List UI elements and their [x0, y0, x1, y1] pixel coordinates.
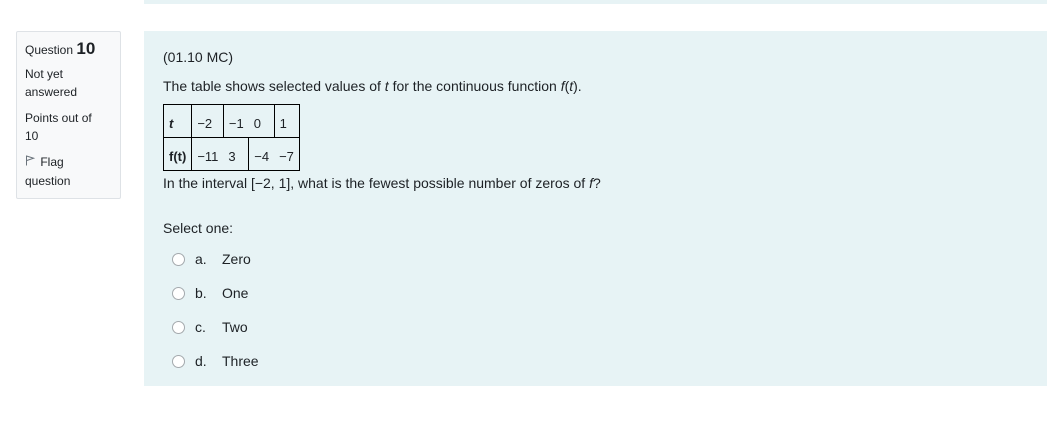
- question-stem: The table shows selected values of t for…: [163, 76, 1028, 96]
- table-cell: 1: [273, 104, 300, 138]
- answer-text: One: [222, 285, 249, 301]
- answer-options: a. Zero b. One c. Two d. Three: [163, 242, 1028, 378]
- grade-line-2: 10: [25, 129, 39, 143]
- radio-button[interactable]: [172, 252, 185, 266]
- flag-label-line-1: Flag: [40, 155, 64, 169]
- answer-option-d[interactable]: d. Three: [163, 344, 1028, 378]
- question-word: Question: [25, 43, 74, 57]
- answer-text: Zero: [222, 251, 251, 267]
- question-prompt: In the interval [−2, 1], what is the few…: [163, 173, 1028, 193]
- question-grade: Points out of 10: [25, 109, 112, 145]
- answer-letter: a.: [195, 251, 207, 267]
- table-cell: −2: [191, 104, 224, 138]
- flag-label-line-2: question: [25, 174, 71, 188]
- state-line-2: answered: [25, 85, 78, 99]
- answer-text: Three: [222, 353, 259, 369]
- question-content: (01.10 MC) The table shows selected valu…: [144, 31, 1047, 386]
- prompt-text: In the interval [−2, 1], what is the few…: [163, 175, 590, 191]
- table-row-ft: f(t) −11 3 −4 −7: [164, 137, 300, 171]
- table-row-header: t: [163, 104, 192, 138]
- answer-letter: b.: [195, 285, 207, 301]
- radio-button[interactable]: [172, 286, 185, 300]
- prompt-suffix: ?: [592, 175, 601, 191]
- grade-line-1: Points out of: [25, 111, 92, 125]
- question-info-panel: Question 10 Not yet answered Points out …: [16, 31, 121, 199]
- previous-question-edge: [144, 0, 1047, 4]
- stem-text-2: for the continuous function: [388, 78, 561, 94]
- table-cell: −11: [191, 137, 224, 171]
- table-cell: −4: [248, 137, 275, 171]
- table-row-header: f(t): [169, 148, 187, 164]
- answer-letter: d.: [195, 353, 207, 369]
- radio-button[interactable]: [172, 320, 185, 334]
- flag-icon: [25, 154, 37, 172]
- answer-option-c[interactable]: c. Two: [163, 310, 1028, 344]
- question-number-label: Question 10: [25, 40, 112, 59]
- answer-option-a[interactable]: a. Zero: [163, 242, 1028, 276]
- question-state: Not yet answered: [25, 65, 112, 101]
- values-table: t −2 −1 0 1 f(t) −11 3 −4 −7: [163, 104, 300, 171]
- radio-button[interactable]: [172, 354, 185, 368]
- table-row-t: t −2 −1 0 1: [163, 104, 300, 138]
- answer-option-b[interactable]: b. One: [163, 276, 1028, 310]
- state-line-1: Not yet: [25, 67, 64, 81]
- select-one-label: Select one:: [163, 220, 234, 236]
- answer-text: Two: [222, 319, 248, 335]
- table-cell: −1: [222, 104, 249, 138]
- table-cell: 0: [248, 104, 275, 138]
- stem-text-1: The table shows selected values of: [163, 78, 385, 94]
- stem-text-3: ).: [573, 78, 582, 94]
- question-number: 10: [76, 39, 96, 58]
- table-cell: −7: [279, 148, 294, 164]
- answer-letter: c.: [195, 319, 206, 335]
- table-cell: 3: [228, 148, 236, 164]
- question-code: (01.10 MC): [163, 49, 234, 65]
- flag-question-link[interactable]: Flag question: [25, 153, 112, 190]
